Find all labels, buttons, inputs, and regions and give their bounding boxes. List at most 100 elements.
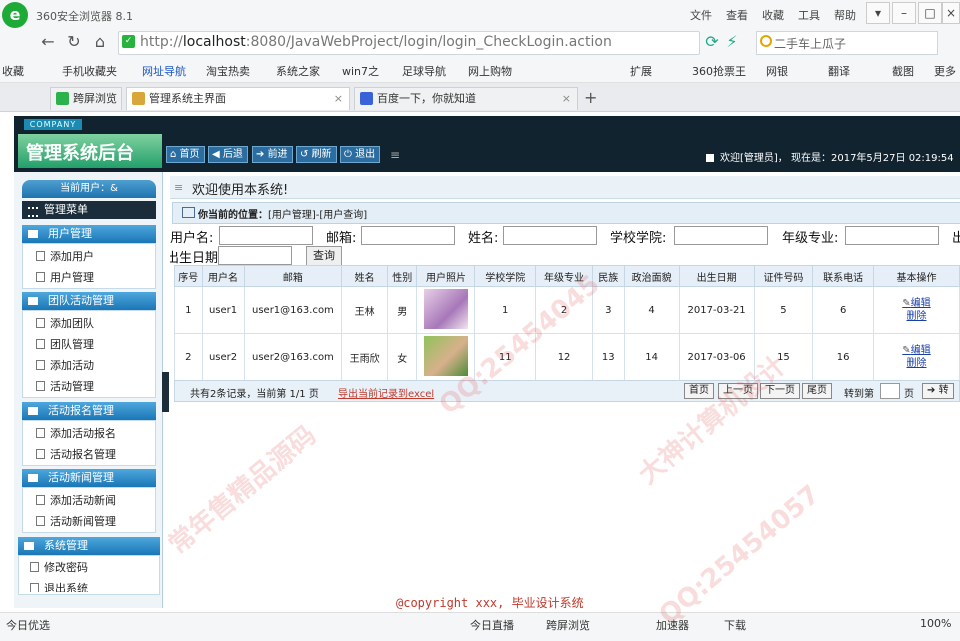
status-accelerator[interactable]: 加速器: [656, 617, 689, 633]
home-button[interactable]: ⌂ 首页: [166, 146, 205, 163]
cell-major: 2: [535, 286, 594, 334]
first-page-button[interactable]: 首页: [684, 383, 714, 399]
tab-close-icon[interactable]: ×: [562, 88, 571, 110]
college-input[interactable]: [674, 226, 768, 245]
bookmark-more[interactable]: 更多: [934, 63, 956, 79]
close-icon[interactable]: ×: [942, 2, 960, 24]
col-ethnicity: 民族: [592, 265, 625, 287]
birthday-label-part: 出: [952, 231, 960, 246]
maximize-icon[interactable]: □: [918, 2, 942, 24]
cell-college: 1: [474, 286, 537, 334]
back-icon[interactable]: ←: [38, 32, 58, 52]
back-button[interactable]: ◀ 后退: [208, 146, 248, 163]
name-input[interactable]: [503, 226, 597, 245]
bookmark-win7[interactable]: win7之: [342, 63, 379, 79]
new-tab-icon[interactable]: +: [584, 88, 597, 107]
edit-link[interactable]: ✎编辑: [875, 297, 958, 310]
menu-tools[interactable]: 工具: [798, 7, 820, 23]
section-icon: [28, 230, 38, 238]
bookmark-favorites[interactable]: 收藏: [2, 63, 24, 79]
delete-link[interactable]: 删除: [875, 357, 958, 370]
section-news[interactable]: 活动新闻管理: [22, 469, 156, 487]
user-photo: [423, 335, 468, 376]
tab-close-icon[interactable]: ×: [334, 88, 343, 110]
pencil-icon: ✎: [902, 298, 911, 309]
sidebar-item-change-password[interactable]: 修改密码: [30, 559, 88, 575]
bookmark-football[interactable]: 足球导航: [402, 63, 446, 79]
username-input[interactable]: [219, 226, 313, 245]
status-crossscreen[interactable]: 跨屏浏览: [546, 617, 590, 633]
menu-file[interactable]: 文件: [690, 7, 712, 23]
name-label: 姓名:: [468, 231, 499, 246]
grid-icon: [28, 207, 38, 217]
sidebar-item-activity-management[interactable]: 活动管理: [36, 378, 94, 394]
forward-button[interactable]: ➔ 前进: [252, 146, 293, 163]
bookmark-mobile[interactable]: 手机收藏夹: [62, 63, 117, 79]
last-page-button[interactable]: 尾页: [802, 383, 832, 399]
bookmark-taobao[interactable]: 淘宝热卖: [206, 63, 250, 79]
bookmark-nav[interactable]: 网址导航: [142, 63, 186, 79]
cell-phone: 6: [812, 286, 874, 334]
sidebar-item-add-team[interactable]: 添加团队: [36, 315, 94, 331]
status-zoom[interactable]: 100%: [920, 617, 951, 630]
lightning-icon[interactable]: ⚡: [722, 32, 742, 52]
sidebar-item-add-signup[interactable]: 添加活动报名: [36, 425, 116, 441]
section-system[interactable]: 系统管理: [18, 537, 160, 555]
refresh-button[interactable]: ↺ 刷新: [296, 146, 337, 163]
sidebar-item-add-user[interactable]: 添加用户: [36, 248, 94, 264]
status-live[interactable]: 今日直播: [470, 617, 514, 633]
bookmark-shopping[interactable]: 网上购物: [468, 63, 512, 79]
sidebar-item-logout[interactable]: 退出系统: [30, 580, 88, 592]
cell-ops: ✎编辑 删除: [872, 286, 960, 334]
edit-link[interactable]: ✎编辑: [875, 344, 958, 357]
bookmark-translate[interactable]: 翻译: [828, 63, 850, 79]
bookmark-tickets[interactable]: 360抢票王: [692, 63, 746, 79]
tab-main[interactable]: 管理系统主界面 ×: [126, 87, 350, 110]
breadcrumb: 你当前的位置：[用户管理]-[用户查询]: [198, 210, 368, 221]
tab-crossscreen[interactable]: 跨屏浏览: [50, 87, 122, 110]
col-email: 邮箱: [243, 265, 343, 287]
sidebar-item-user-management[interactable]: 用户管理: [36, 269, 94, 285]
goto-button[interactable]: ➔ 转: [922, 383, 954, 399]
bookmark-screenshot[interactable]: 截图: [892, 63, 914, 79]
delete-link[interactable]: 删除: [875, 310, 958, 323]
menu-view[interactable]: 查看: [726, 7, 748, 23]
sidebar-item-add-activity[interactable]: 添加活动: [36, 357, 94, 373]
status-today-picks[interactable]: 今日优选: [6, 617, 50, 633]
sidebar-item-news-management[interactable]: 活动新闻管理: [36, 513, 116, 529]
search-text[interactable]: 二手车上瓜子: [774, 35, 846, 52]
sidebar-toggle[interactable]: [162, 372, 169, 412]
menu-help[interactable]: 帮助: [834, 7, 856, 23]
search-engine-icon[interactable]: [760, 35, 772, 47]
major-input[interactable]: [845, 226, 939, 245]
menu-favorites[interactable]: 收藏: [762, 7, 784, 23]
prev-page-button[interactable]: 上一页: [718, 383, 758, 399]
url-text[interactable]: http://localhost:8080/JavaWebProject/log…: [140, 34, 612, 50]
cell-photo: [416, 333, 476, 381]
tab-baidu[interactable]: 百度一下，你就知道 ×: [354, 87, 578, 110]
goto-page-input[interactable]: [880, 383, 900, 399]
browser-title: 360安全浏览器 8.1: [36, 10, 133, 23]
bookmark-bank[interactable]: 网银: [766, 63, 788, 79]
email-input[interactable]: [361, 226, 455, 245]
sidebar-item-signup-management[interactable]: 活动报名管理: [36, 446, 116, 462]
bookmark-extensions[interactable]: 扩展: [630, 63, 652, 79]
sidebar-item-team-management[interactable]: 团队管理: [36, 336, 94, 352]
next-page-button[interactable]: 下一页: [760, 383, 800, 399]
refresh-green-icon[interactable]: ⟳: [702, 32, 722, 52]
section-signup[interactable]: 活动报名管理: [22, 402, 156, 420]
birthday-input[interactable]: [218, 246, 292, 265]
home-icon[interactable]: ⌂: [90, 32, 110, 52]
query-button[interactable]: 查询: [306, 246, 342, 266]
table-header-row: 序号 用户名 邮箱 姓名 性别 用户照片 学校学院 年级专业 民族 政治面貌 出…: [174, 265, 960, 287]
status-download[interactable]: 下载: [724, 617, 746, 633]
section-user-management[interactable]: 用户管理: [22, 225, 156, 243]
reload-icon[interactable]: ↻: [64, 32, 84, 52]
section-team-activity[interactable]: 团队活动管理: [22, 292, 156, 310]
minimize-icon[interactable]: –: [892, 2, 916, 24]
bookmark-syshome[interactable]: 系统之家: [276, 63, 320, 79]
skin-icon[interactable]: ▾: [866, 2, 890, 24]
export-excel-link[interactable]: 导出当前记录到excel: [338, 385, 434, 400]
logout-button[interactable]: ⏻ 退出: [340, 146, 381, 163]
sidebar-item-add-news[interactable]: 添加活动新闻: [36, 492, 116, 508]
